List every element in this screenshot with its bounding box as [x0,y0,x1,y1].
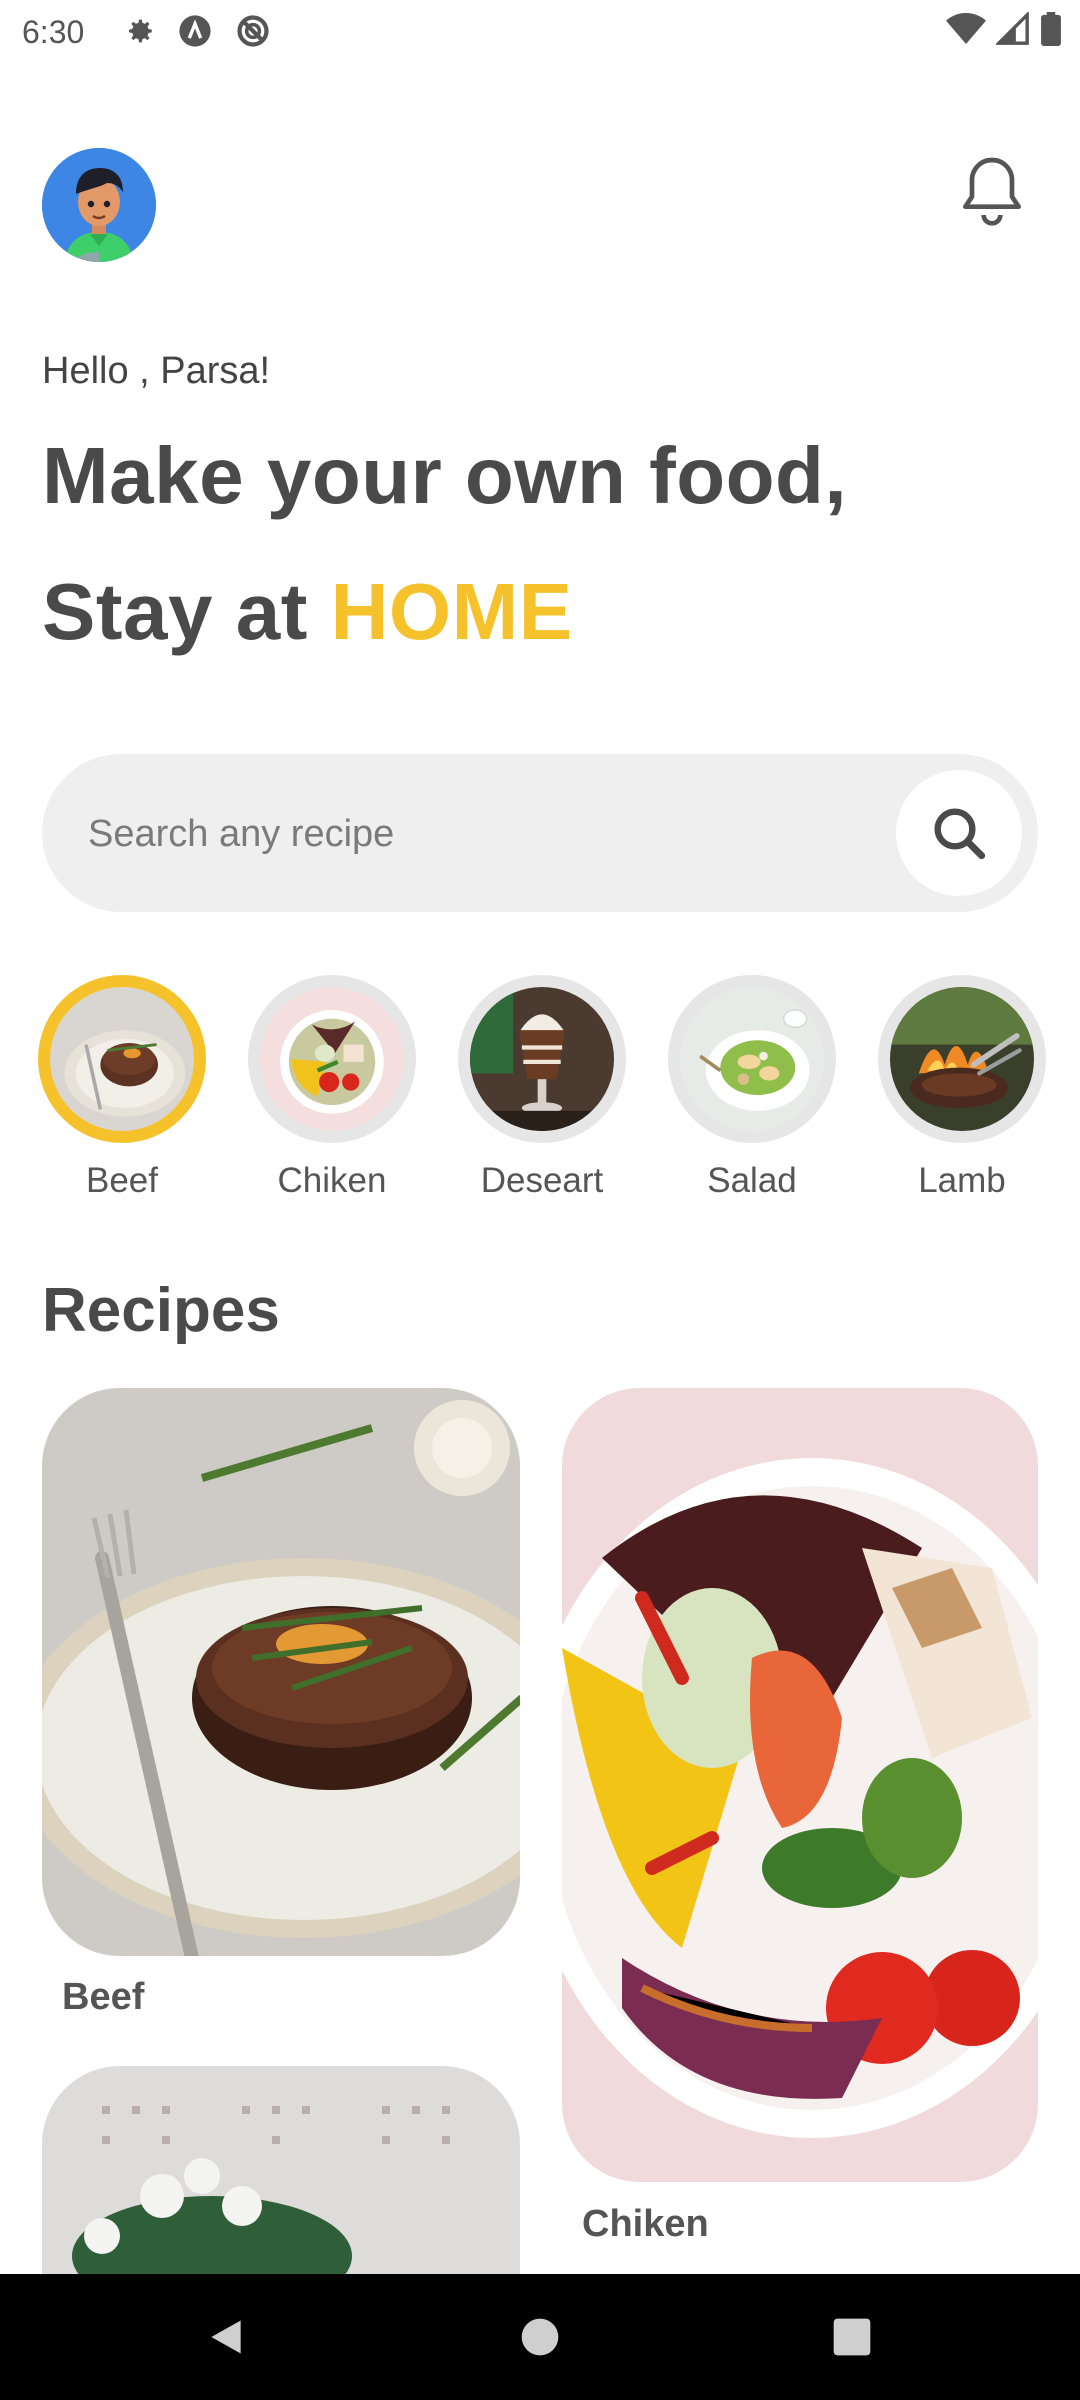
headline-highlight: HOME [330,567,573,656]
category-beef[interactable]: Beef [38,975,206,1201]
category-lamb[interactable]: Lamb [878,975,1046,1201]
search-bar [42,754,1038,912]
home-icon [521,2318,559,2356]
headline-line-2: Stay at HOME [42,566,573,658]
category-ring [458,975,626,1143]
category-image-lamb [890,987,1034,1131]
category-label: Salad [707,1161,797,1200]
avatar-illustration [42,148,156,262]
recipes-title: Recipes [42,1276,280,1345]
recipe-image-beef [42,1388,520,1956]
recipe-label: Chiken [582,2203,709,2245]
category-ring [668,975,836,1143]
greeting-text: Hello , Parsa! [42,350,271,392]
blocked-icon [237,15,269,47]
navigation-bar [0,2274,1080,2400]
wifi-icon [946,13,986,44]
category-chiken[interactable]: Chiken [248,975,416,1201]
category-ring [38,975,206,1143]
gear-icon [129,19,152,43]
search-button[interactable] [896,770,1022,896]
category-label: Beef [86,1161,158,1200]
category-ring [248,975,416,1143]
bell-icon [963,157,1021,226]
recents-icon [833,2318,871,2356]
search-input[interactable] [88,804,888,864]
status-bar: 6:30 [0,0,1080,64]
back-icon [211,2320,241,2354]
category-label: Lamb [918,1161,1006,1200]
category-image-chiken [260,987,404,1131]
category-list: Beef Chiken Deseart Salad Lamb [38,975,1080,1205]
category-image-salad [680,987,824,1131]
category-label: Deseart [480,1161,604,1200]
headline-line-1: Make your own food, [42,431,848,520]
search-icon [934,808,986,860]
category-label: Chiken [277,1161,387,1200]
recipe-label: Beef [62,1976,145,2018]
recipe-card-chiken[interactable] [562,1388,1038,2182]
notification-button[interactable] [952,150,1032,230]
signal-icon [996,12,1029,45]
home-button[interactable] [480,2274,600,2400]
category-image-beef [50,987,194,1131]
a-icon [179,15,211,47]
status-time: 6:30 [22,14,85,50]
recipe-card-beef[interactable] [42,1388,520,1956]
status-right [946,12,1062,46]
recipe-card-partial[interactable] [42,2066,520,2274]
back-button[interactable] [166,2274,286,2400]
category-deseart[interactable]: Deseart [458,975,626,1201]
recents-button[interactable] [792,2274,912,2400]
headline-prefix: Stay at [42,567,331,656]
recipe-image-partial [42,2066,520,2274]
avatar[interactable] [42,148,156,262]
category-ring [878,975,1046,1143]
category-salad[interactable]: Salad [668,975,836,1201]
recipe-image-chiken [562,1388,1038,2182]
battery-icon [1041,12,1061,46]
category-image-deseart [470,987,614,1131]
